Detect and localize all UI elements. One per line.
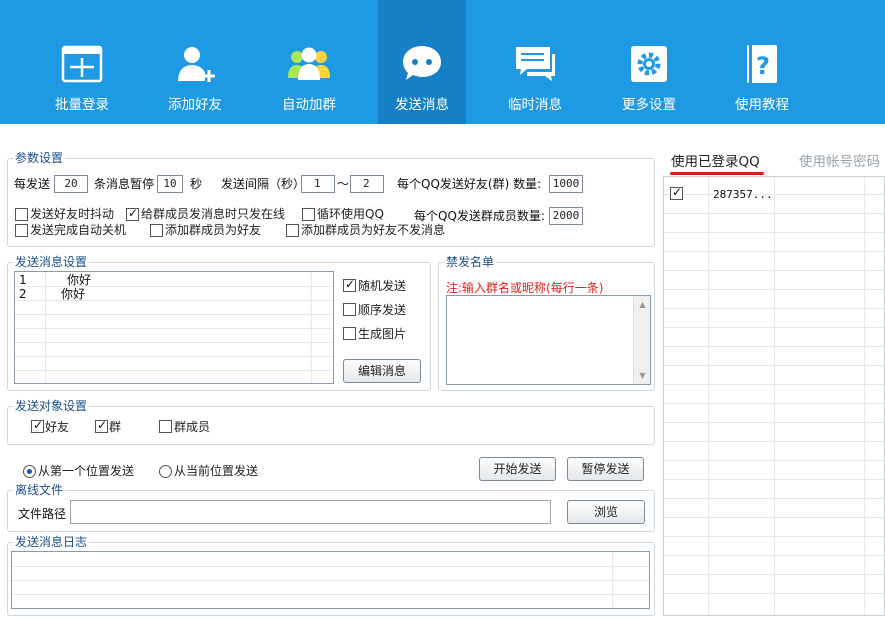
option-label: 发送完成自动关机: [30, 223, 127, 237]
add-friend-icon: [178, 47, 215, 82]
option-label: 随机发送: [358, 279, 407, 293]
option-label: 发送好友时抖动: [30, 207, 115, 221]
friend-count-label: 每个QQ发送好友(群) 数量:: [397, 177, 542, 191]
toolbar-send-message-button[interactable]: 发送消息: [378, 0, 466, 124]
option-label: 群: [109, 420, 122, 434]
message-text: 你好: [67, 273, 92, 287]
blacklist-scrollbar[interactable]: ▲ ▼: [633, 296, 650, 384]
toolbar-add-friend-button[interactable]: 添加好友: [151, 0, 239, 124]
log-title: 发送消息日志: [13, 535, 90, 549]
add-member-no-message-checkbox[interactable]: [286, 224, 299, 237]
toolbar-temp-message-button[interactable]: 临时消息: [491, 0, 579, 124]
interval-separator: ～: [337, 177, 350, 191]
generate-image-checkbox[interactable]: [343, 327, 356, 340]
account-qq-number: 287357...: [713, 188, 773, 201]
random-send-checkbox[interactable]: [343, 277, 356, 292]
toolbar-more-settings-button[interactable]: 更多设置: [605, 0, 693, 124]
tutorial-icon: ?: [747, 45, 777, 83]
shake-on-friend-checkbox[interactable]: [15, 208, 28, 221]
toolbar-auto-join-group-button[interactable]: 自动加群: [265, 0, 353, 124]
every-send-input[interactable]: 20: [54, 175, 88, 193]
auto-shutdown-checkbox[interactable]: [15, 224, 28, 237]
toolbar-label: 批量登录: [55, 97, 109, 113]
targets-title: 发送对象设置: [13, 399, 90, 413]
option-label: 循环使用QQ: [317, 207, 384, 221]
toolbar-label: 添加好友: [168, 97, 222, 113]
sequential-send-checkbox[interactable]: [343, 303, 356, 316]
add-member-as-friend-checkbox[interactable]: [150, 224, 163, 237]
blacklist-note: 注:输入群名或昵称(每行一条): [446, 281, 604, 295]
option-label: 群成员: [174, 420, 211, 434]
send-message-icon: [403, 46, 441, 80]
option-label: 添加群成员为好友不发消息: [301, 223, 446, 237]
file-path-label: 文件路径: [18, 507, 67, 521]
active-tab-indicator: [670, 172, 764, 175]
more-settings-icon: [631, 46, 667, 82]
option-label: 好友: [45, 420, 70, 434]
online-members-only-checkbox[interactable]: [126, 206, 139, 221]
option-label: 顺序发送: [358, 303, 407, 317]
file-path-input[interactable]: [70, 500, 551, 524]
send-log-list[interactable]: [11, 551, 650, 609]
interval-label: 发送间隔（秒）: [221, 177, 306, 191]
edit-message-button[interactable]: 编辑消息: [343, 359, 421, 383]
toolbar-label: 临时消息: [508, 97, 562, 113]
blacklist-textarea[interactable]: ▲ ▼: [446, 295, 651, 385]
toolbar-label: 更多设置: [622, 97, 676, 113]
toolbar-label: 自动加群: [282, 97, 336, 113]
auto-join-group-icon: [288, 47, 330, 80]
target-groups-checkbox[interactable]: [95, 418, 108, 433]
start-send-button[interactable]: 开始发送: [479, 457, 556, 481]
toolbar-label: 发送消息: [395, 97, 449, 113]
toolbar-batch-login-button[interactable]: 批量登录: [38, 0, 126, 124]
option-label: 从当前位置发送: [174, 464, 259, 478]
toolbar-tutorial-button[interactable]: ? 使用教程: [718, 0, 806, 124]
message-list[interactable]: 1 你好 2 你好: [14, 271, 334, 384]
scroll-down-icon[interactable]: ▼: [636, 369, 649, 382]
message-settings-title: 发送消息设置: [13, 255, 90, 269]
tab-logged-in-qq[interactable]: 使用已登录QQ: [671, 154, 760, 170]
pause-label: 条消息暂停: [94, 177, 155, 191]
account-checkbox[interactable]: [670, 185, 683, 200]
target-friends-checkbox[interactable]: [31, 418, 44, 433]
browse-button[interactable]: 浏览: [567, 500, 645, 524]
target-group-members-checkbox[interactable]: [159, 420, 172, 433]
pause-send-button[interactable]: 暂停发送: [567, 457, 644, 481]
seconds-label: 秒: [190, 177, 203, 191]
temp-message-icon: [516, 47, 555, 81]
option-label: 给群成员发消息时只发在线: [141, 207, 286, 221]
option-label: 添加群成员为好友: [165, 223, 262, 237]
message-index: 2: [19, 287, 27, 301]
option-label: 生成图片: [358, 327, 407, 341]
message-index: 1: [19, 273, 27, 287]
batch-login-icon: [61, 45, 103, 83]
friend-count-input[interactable]: 1000: [549, 175, 583, 193]
params-group-title: 参数设置: [13, 151, 66, 165]
main-toolbar: 批量登录 添加好友 自动加群 发送消息 临时消息 更多设置 ? 使用教程: [0, 0, 885, 124]
tab-account-password[interactable]: 使用帐号密码: [799, 154, 880, 170]
blacklist-title: 禁发名单: [444, 255, 497, 269]
scroll-up-icon[interactable]: ▲: [636, 298, 649, 311]
offline-file-title: 离线文件: [13, 483, 66, 497]
svg-text:?: ?: [756, 52, 770, 80]
every-send-label: 每发送: [14, 177, 51, 191]
toolbar-label: 使用教程: [735, 97, 789, 113]
interval-from-input[interactable]: 1: [301, 175, 335, 193]
send-from-current-radio[interactable]: [159, 465, 172, 478]
qq-account-list[interactable]: 287357...: [663, 176, 885, 616]
pause-seconds-input[interactable]: 10: [157, 175, 183, 193]
group-member-count-label: 每个QQ发送群成员数量:: [414, 209, 545, 223]
interval-to-input[interactable]: 2: [350, 175, 384, 193]
option-label: 从第一个位置发送: [38, 464, 135, 478]
message-text: 你好: [61, 287, 86, 301]
loop-qq-checkbox[interactable]: [302, 208, 315, 221]
send-from-first-radio[interactable]: [23, 465, 36, 478]
group-member-count-input[interactable]: 2000: [549, 207, 583, 225]
